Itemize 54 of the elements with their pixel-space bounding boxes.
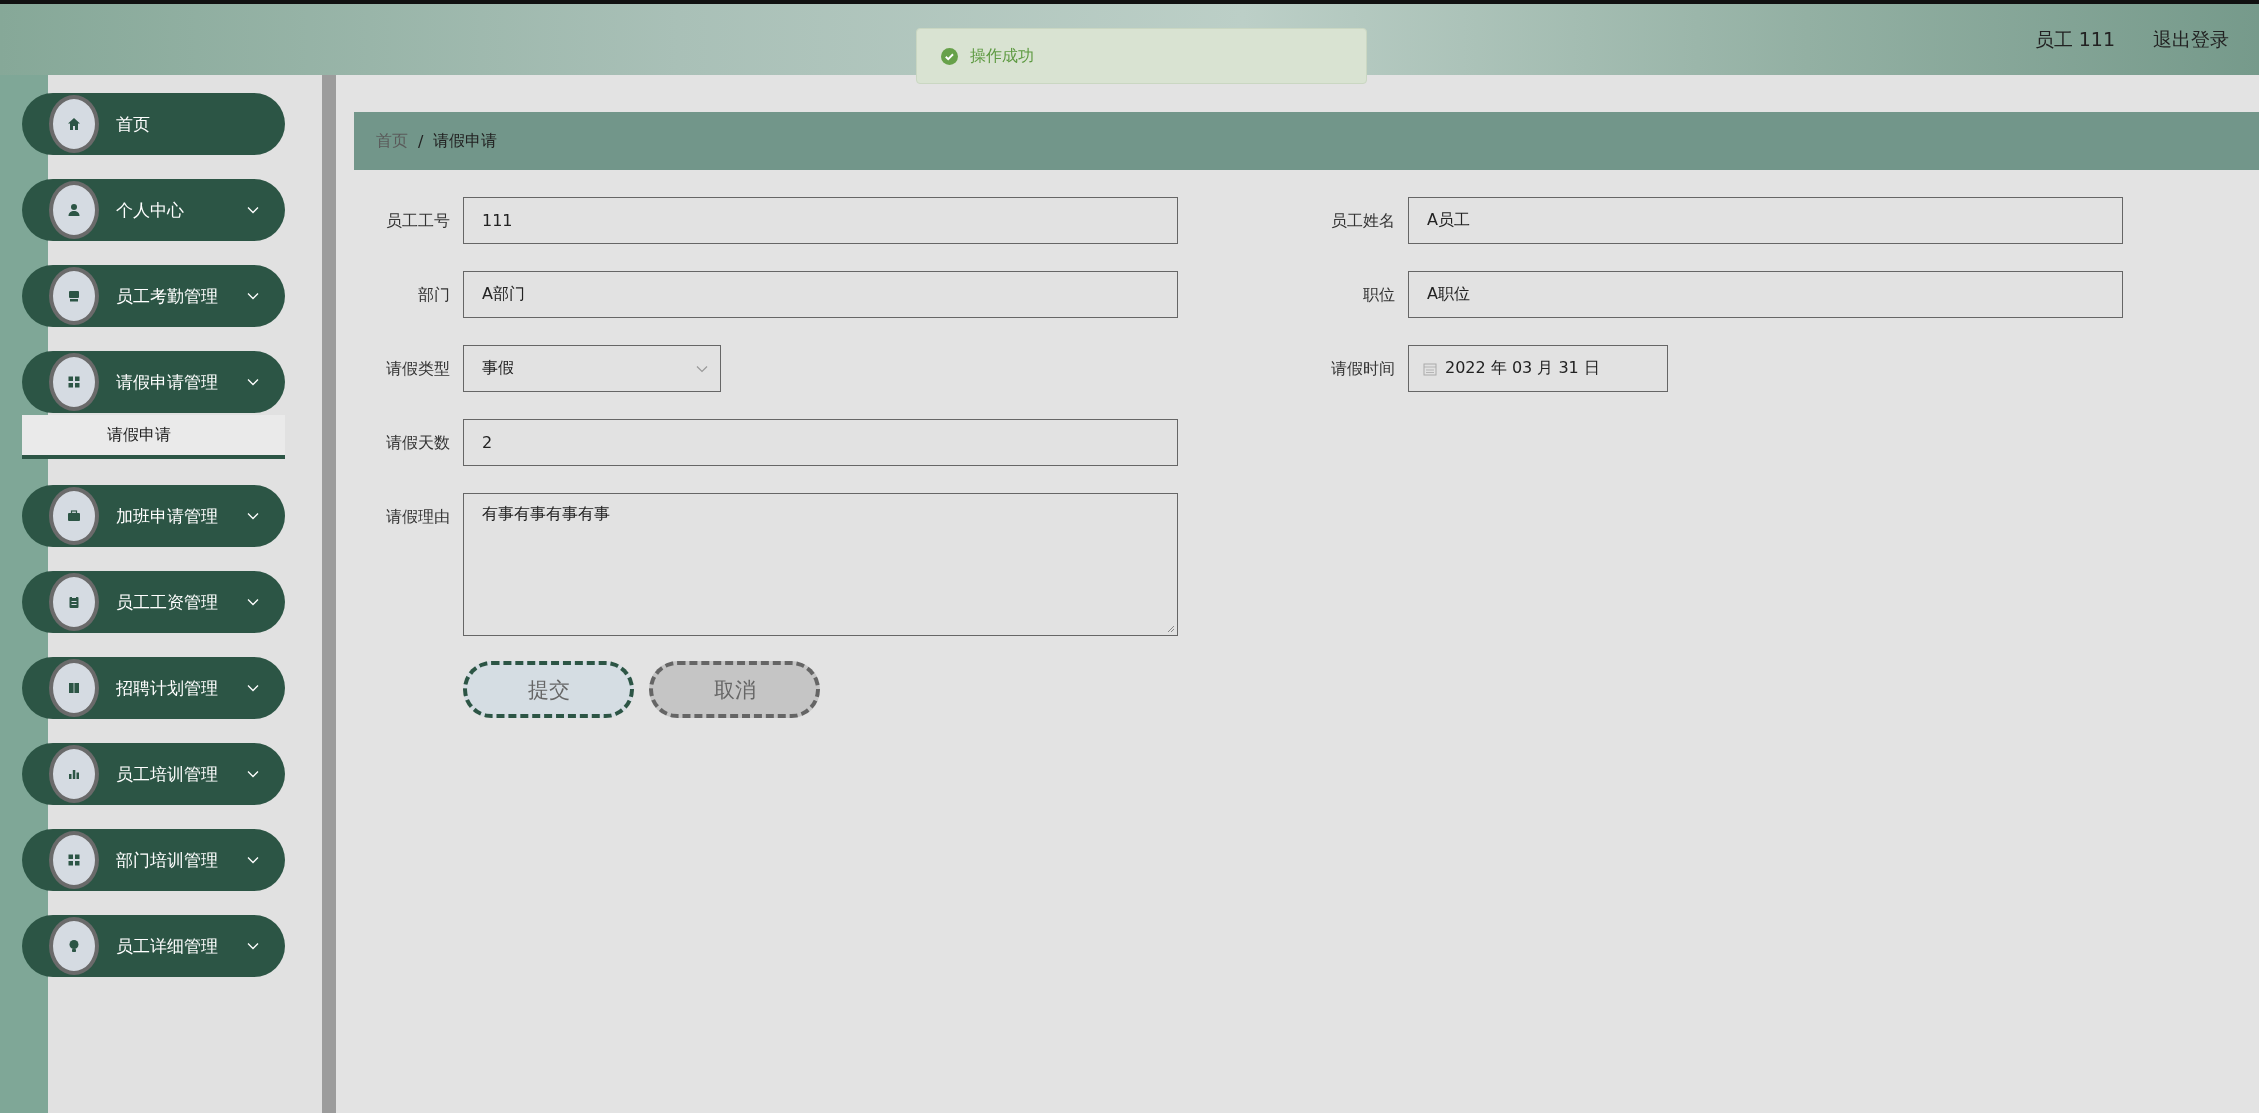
grid-icon xyxy=(66,852,82,868)
sidebar-item[interactable]: 个人中心 xyxy=(22,179,285,241)
sidebar-item[interactable]: 部门培训管理 xyxy=(22,829,285,891)
scrollbar[interactable] xyxy=(322,75,336,1113)
select-field[interactable]: 事假 xyxy=(463,345,721,392)
printer-icon xyxy=(66,288,82,304)
sidebar-item[interactable]: 首页 xyxy=(22,93,285,155)
field-label: 请假理由 xyxy=(385,506,450,528)
text-area[interactable]: 有事有事有事有事 xyxy=(463,493,1178,636)
input-field[interactable]: 111 xyxy=(463,197,1178,244)
submit-button[interactable]: 提交 xyxy=(463,661,634,718)
chevron-down-icon xyxy=(247,684,259,692)
user-label: 员工 111 xyxy=(2034,26,2115,52)
chevron-down-icon xyxy=(247,512,259,520)
chevron-down-icon xyxy=(247,206,259,214)
home-icon xyxy=(66,116,82,132)
field-label: 员工工号 xyxy=(385,210,450,232)
date-field[interactable]: 2022 年 03 月 31 日 xyxy=(1408,345,1668,392)
chevron-down-icon xyxy=(247,292,259,300)
resize-handle-icon[interactable] xyxy=(1165,623,1175,633)
case-icon xyxy=(66,508,82,524)
check-icon xyxy=(941,47,958,65)
chevron-down-icon xyxy=(247,770,259,778)
chevron-down-icon xyxy=(247,856,259,864)
field-label: 员工姓名 xyxy=(1330,210,1395,232)
sidebar-item[interactable]: 员工考勤管理 xyxy=(22,265,285,327)
field-label: 请假天数 xyxy=(385,432,450,454)
chevron-down-icon xyxy=(247,378,259,386)
sidebar-item[interactable]: 员工详细管理 xyxy=(22,915,285,977)
sidebar-item[interactable]: 招聘计划管理 xyxy=(22,657,285,719)
user-icon xyxy=(66,202,82,218)
toast-text: 操作成功 xyxy=(970,45,1034,67)
sidebar-item[interactable]: 员工工资管理 xyxy=(22,571,285,633)
input-field[interactable]: A职位 xyxy=(1408,271,2123,318)
sidebar-item[interactable]: 加班申请管理 xyxy=(22,485,285,547)
calendar-icon xyxy=(1423,361,1437,376)
book-icon xyxy=(66,680,82,696)
input-field[interactable]: A部门 xyxy=(463,271,1178,318)
breadcrumb-link[interactable]: 请假申请 xyxy=(433,130,498,152)
submenu-item[interactable]: 请假申请 xyxy=(22,415,285,459)
field-label: 部门 xyxy=(417,284,450,306)
sidebar-item[interactable]: 请假申请管理 xyxy=(22,351,285,413)
logout-link[interactable]: 退出登录 xyxy=(2153,26,2229,53)
chevron-down-icon xyxy=(247,598,259,606)
field-label: 请假时间 xyxy=(1330,358,1395,380)
chevron-down-icon xyxy=(696,365,708,373)
sidebar-item[interactable]: 员工培训管理 xyxy=(22,743,285,805)
input-field[interactable]: 2 xyxy=(463,419,1178,466)
chevron-down-icon xyxy=(247,942,259,950)
field-label: 职位 xyxy=(1362,284,1395,306)
breadcrumb-separator: / xyxy=(418,131,424,151)
input-field[interactable]: A员工 xyxy=(1408,197,2123,244)
field-label: 请假类型 xyxy=(385,358,450,380)
grid-icon xyxy=(66,374,82,390)
